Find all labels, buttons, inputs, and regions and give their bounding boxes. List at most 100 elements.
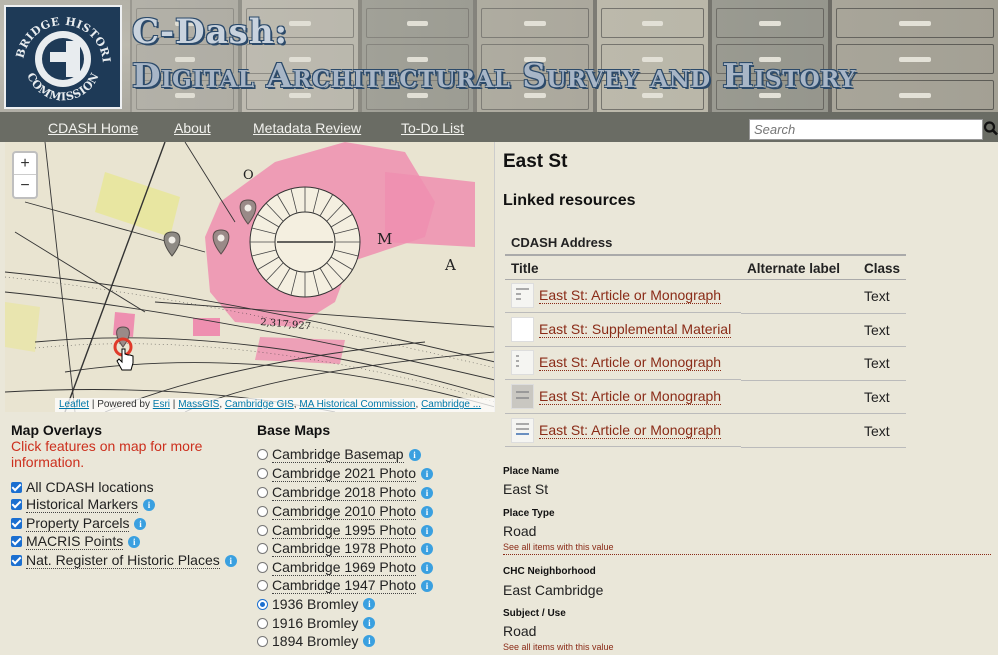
checkbox-checked[interactable] — [11, 536, 22, 547]
radio-button[interactable] — [257, 635, 268, 647]
basemap-label: Cambridge Basemap — [272, 446, 404, 463]
resource-link[interactable]: East St: Supplemental Material — [539, 321, 732, 338]
basemap-2018-photo[interactable]: Cambridge 2018 Photo i — [257, 484, 433, 501]
overlay-historical-markers[interactable]: Historical Markers i — [11, 496, 156, 513]
see-all-items-link[interactable]: See all items with this value — [503, 542, 614, 552]
info-icon[interactable]: i — [363, 617, 376, 629]
info-icon[interactable]: i — [421, 579, 433, 592]
search-button[interactable] — [983, 119, 998, 140]
leaflet-link[interactable]: Leaflet — [59, 399, 89, 410]
info-icon[interactable]: i — [421, 561, 433, 574]
resource-link[interactable]: East St: Article or Monograph — [539, 422, 722, 439]
resource-link[interactable]: East St: Article or Monograph — [539, 388, 722, 406]
basemap-label: Cambridge 2010 Photo — [272, 503, 416, 520]
nav-cdash-home[interactable]: CDASH Home — [48, 120, 138, 136]
table-row: East St: Article or Monograph Text — [505, 380, 906, 415]
overlay-national-register[interactable]: Nat. Register of Historic Places i — [11, 552, 237, 569]
info-icon[interactable]: i — [421, 505, 433, 518]
column-header-title: Title — [505, 254, 741, 280]
base-maps-heading: Base Maps — [257, 422, 331, 438]
table-row: East St: Article or Monograph Text — [505, 346, 906, 381]
zoom-out-button[interactable]: − — [14, 175, 36, 197]
document-thumbnail[interactable] — [511, 283, 534, 309]
checkbox-checked[interactable] — [11, 481, 22, 493]
site-banner: CAMBRIDGE HISTORICAL COMMISSION C-Dash: … — [0, 0, 998, 112]
radio-button[interactable] — [257, 506, 268, 517]
overlay-property-parcels[interactable]: Property Parcels i — [11, 515, 147, 532]
attribution-sep: , — [219, 399, 223, 410]
zoom-in-button[interactable]: + — [14, 153, 36, 175]
info-icon[interactable]: i — [363, 635, 376, 647]
document-thumbnail[interactable] — [511, 316, 534, 342]
radio-button[interactable] — [257, 525, 268, 536]
checkbox-checked[interactable] — [11, 518, 22, 529]
radio-button[interactable] — [257, 487, 268, 498]
cambridge-historical-commission-logo[interactable]: CAMBRIDGE HISTORICAL COMMISSION — [4, 5, 122, 109]
mhc-link[interactable]: MA Historical Commission — [299, 399, 415, 410]
see-all-items-link[interactable]: See all items with this value — [503, 642, 614, 652]
radio-button-selected[interactable] — [257, 598, 268, 610]
nav-about[interactable]: About — [174, 120, 211, 136]
massgis-link[interactable]: MassGIS — [178, 399, 219, 410]
table-row: East St: Article or Monograph Text — [505, 279, 906, 314]
info-icon[interactable]: i — [421, 486, 433, 499]
info-icon[interactable]: i — [143, 498, 156, 511]
resource-link[interactable]: East St: Article or Monograph — [539, 287, 722, 305]
basemap-1894-bromley[interactable]: 1894 Bromley i — [257, 633, 376, 649]
basemap-1916-bromley[interactable]: 1916 Bromley i — [257, 615, 376, 631]
class-cell: Text — [857, 380, 906, 415]
overlay-all-cdash-locations[interactable]: All CDASH locations — [11, 479, 154, 495]
basemap-cambridge-basemap[interactable]: Cambridge Basemap i — [257, 446, 421, 463]
nav-metadata-review[interactable]: Metadata Review — [253, 120, 361, 136]
resource-link[interactable]: East St: Article or Monograph — [539, 354, 722, 372]
map-viewer[interactable]: M A O 2,317,927 — [5, 142, 495, 412]
basemap-2010-photo[interactable]: Cambridge 2010 Photo i — [257, 503, 433, 520]
neighborhood-label: CHC Neighborhood — [503, 566, 596, 577]
basemap-1978-photo[interactable]: Cambridge 1978 Photo i — [257, 540, 433, 557]
search-input[interactable] — [749, 119, 983, 140]
info-icon[interactable]: i — [134, 517, 147, 530]
radio-button[interactable] — [257, 562, 268, 573]
document-thumbnail[interactable] — [511, 350, 534, 376]
subject-use-label: Subject / Use — [503, 608, 566, 619]
document-thumbnail[interactable] — [511, 417, 534, 443]
attribution-sep: | — [172, 399, 176, 410]
basemap-label: Cambridge 1969 Photo — [272, 559, 416, 576]
linked-resources-heading: Linked resources — [503, 192, 636, 209]
info-icon[interactable]: i — [421, 524, 433, 537]
basemap-1969-photo[interactable]: Cambridge 1969 Photo i — [257, 559, 433, 576]
basemap-1947-photo[interactable]: Cambridge 1947 Photo i — [257, 577, 433, 594]
basemap-1936-bromley[interactable]: 1936 Bromley i — [257, 596, 376, 612]
basemap-2021-photo[interactable]: Cambridge 2021 Photo i — [257, 465, 433, 482]
checkbox-checked[interactable] — [11, 555, 22, 566]
nav-todo-list[interactable]: To-Do List — [401, 120, 464, 136]
document-thumbnail[interactable] — [511, 384, 534, 410]
basemap-label: Cambridge 2018 Photo — [272, 484, 416, 501]
basemap-1995-photo[interactable]: Cambridge 1995 Photo i — [257, 522, 433, 539]
radio-button[interactable] — [257, 543, 268, 554]
info-icon[interactable]: i — [421, 542, 433, 555]
info-icon[interactable]: i — [224, 554, 237, 567]
table-caption: CDASH Address — [511, 235, 613, 250]
info-icon[interactable]: i — [128, 535, 141, 548]
site-title-long: Digital Architectural Survey and History — [132, 56, 856, 95]
place-type-value: Road — [503, 523, 537, 539]
map-label-m: M — [377, 230, 392, 248]
radio-button[interactable] — [257, 468, 268, 479]
attribution-sep: , — [293, 399, 297, 410]
esri-link[interactable]: Esri — [153, 399, 170, 410]
info-icon[interactable]: i — [408, 448, 421, 461]
overlay-macris-points[interactable]: MACRIS Points i — [11, 533, 141, 550]
checkbox-checked[interactable] — [11, 499, 22, 510]
info-icon[interactable]: i — [363, 598, 376, 610]
radio-button[interactable] — [257, 617, 268, 629]
radio-button[interactable] — [257, 580, 268, 591]
field-divider — [503, 554, 991, 555]
alternate-label-cell — [740, 346, 858, 381]
item-title: East St — [503, 151, 568, 172]
cambridge-gis-link[interactable]: Cambridge GIS — [225, 399, 294, 410]
radio-button[interactable] — [257, 449, 268, 460]
cambridge-link[interactable]: Cambridge ... — [421, 399, 481, 410]
info-icon[interactable]: i — [421, 467, 433, 480]
attribution-powered: | Powered by — [91, 399, 150, 410]
